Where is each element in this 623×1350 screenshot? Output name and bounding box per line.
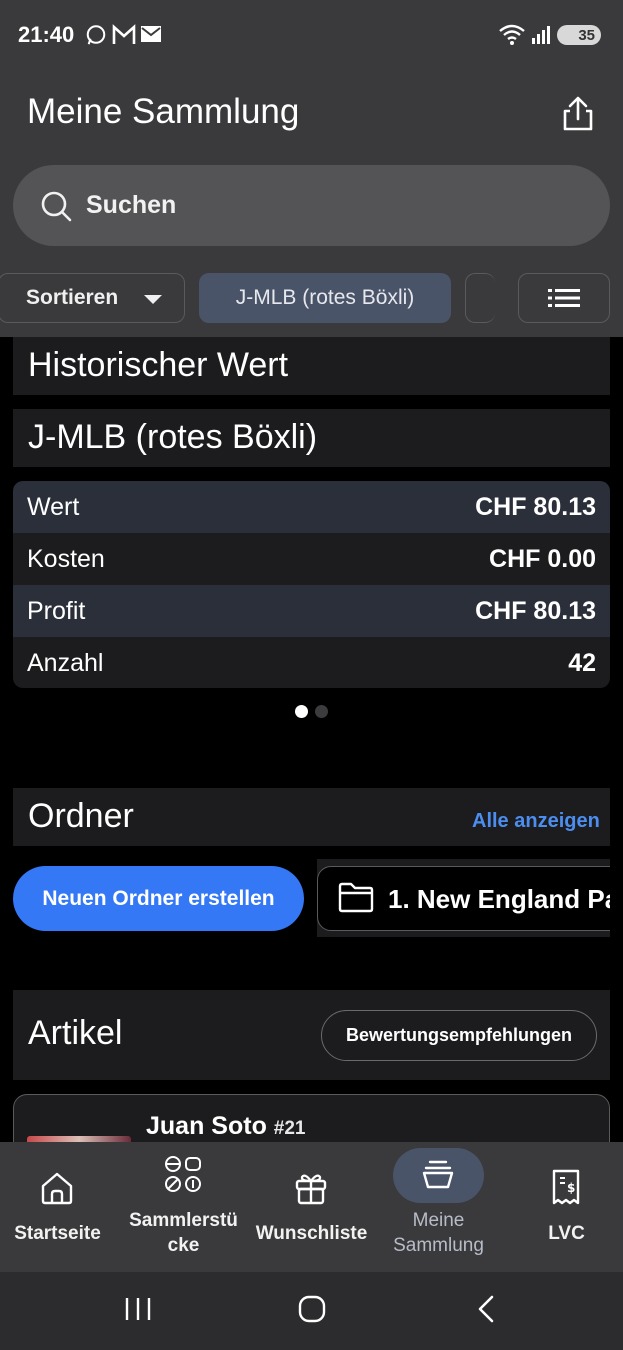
stats-value: 42 <box>568 649 596 677</box>
basket-icon <box>422 1160 454 1189</box>
nav-label-active: Meine Sammlung <box>393 1210 484 1256</box>
article-title: Juan Soto #21 <box>146 1112 306 1141</box>
stats-label: Kosten <box>27 545 105 573</box>
back-icon[interactable] <box>474 1294 498 1324</box>
stats-label: Wert <box>27 493 80 521</box>
search-icon <box>41 191 72 222</box>
whatsapp-icon <box>86 25 106 45</box>
collection-filter-chip[interactable]: J-MLB (rotes Böxli) <box>199 273 451 323</box>
stats-label: Anzahl <box>27 649 104 677</box>
new-folder-button[interactable]: Neuen Ordner erstellen <box>13 866 304 931</box>
home-button-icon[interactable] <box>297 1295 327 1323</box>
nav-label: LVC <box>548 1223 585 1244</box>
page-dot[interactable] <box>315 705 328 718</box>
nav-item-home[interactable]: Startseite <box>0 1142 120 1272</box>
nav-item-lvc[interactable]: $ LVC <box>504 1142 623 1272</box>
stats-value: CHF 0.00 <box>489 545 596 573</box>
stats-row-count: Anzahl 42 <box>13 637 610 688</box>
article-name: Juan Soto <box>146 1112 267 1140</box>
stats-value: CHF 80.13 <box>475 597 596 625</box>
stats-label: Profit <box>27 597 86 625</box>
new-folder-label: Neuen Ordner erstellen <box>42 886 275 910</box>
list-view-button[interactable] <box>518 273 610 323</box>
page-title: Meine Sammlung <box>27 92 300 131</box>
search-input[interactable]: Suchen <box>86 191 176 220</box>
receipt-icon: $ <box>552 1169 580 1205</box>
stats-row-cost: Kosten CHF 0.00 <box>13 533 610 585</box>
mail-icon <box>141 26 161 42</box>
page-dot-active[interactable] <box>295 705 308 718</box>
recent-apps-icon[interactable] <box>124 1296 152 1322</box>
nav-item-wishlist[interactable]: Wunschliste <box>249 1142 374 1272</box>
signal-icon <box>532 26 550 44</box>
stats-value: CHF 80.13 <box>475 493 596 521</box>
folder-carousel[interactable]: 1. New England Pa <box>317 859 610 937</box>
wifi-icon <box>499 24 525 45</box>
nav-label: Startseite <box>14 1223 101 1244</box>
nav-label: Wunschliste <box>255 1223 368 1244</box>
nav-label: Sammlerstü cke <box>129 1210 238 1256</box>
filter-chip-partial[interactable] <box>465 273 495 323</box>
recommendations-button[interactable]: Bewertungsempfehlungen <box>321 1010 597 1061</box>
nav-item-collectibles[interactable]: Sammlerstü cke <box>121 1142 246 1272</box>
status-time: 21:40 <box>18 22 75 47</box>
collection-chip-label: J-MLB (rotes Böxli) <box>235 286 415 309</box>
battery-indicator: 35 <box>557 25 601 45</box>
recommendations-label: Bewertungsempfehlungen <box>345 1025 573 1045</box>
nav-item-my-collection[interactable]: Meine Sammlung <box>376 1142 501 1272</box>
gmail-icon <box>112 24 136 44</box>
stats-table[interactable]: Wert CHF 80.13 Kosten CHF 0.00 Profit CH… <box>13 481 610 688</box>
collectibles-icon <box>165 1156 201 1192</box>
gift-icon <box>295 1174 327 1205</box>
share-icon[interactable] <box>558 94 598 134</box>
historical-value-title: Historischer Wert <box>28 346 289 384</box>
stats-row-profit: Profit CHF 80.13 <box>13 585 610 637</box>
home-icon <box>41 1172 73 1205</box>
folder-name: 1. New England Pa <box>388 884 610 914</box>
list-icon <box>548 289 580 307</box>
collection-name: J-MLB (rotes Böxli) <box>28 418 318 456</box>
folder-icon <box>338 882 374 913</box>
articles-title: Artikel <box>28 1014 123 1052</box>
stats-row-value: Wert CHF 80.13 <box>13 481 610 533</box>
svg-text:$: $ <box>567 1181 575 1195</box>
caret-down-icon <box>144 295 162 304</box>
folders-title: Ordner <box>28 797 134 835</box>
sort-label: Sortieren <box>26 286 119 309</box>
article-number: #21 <box>273 1118 306 1139</box>
show-all-link[interactable]: Alle anzeigen <box>472 810 600 833</box>
